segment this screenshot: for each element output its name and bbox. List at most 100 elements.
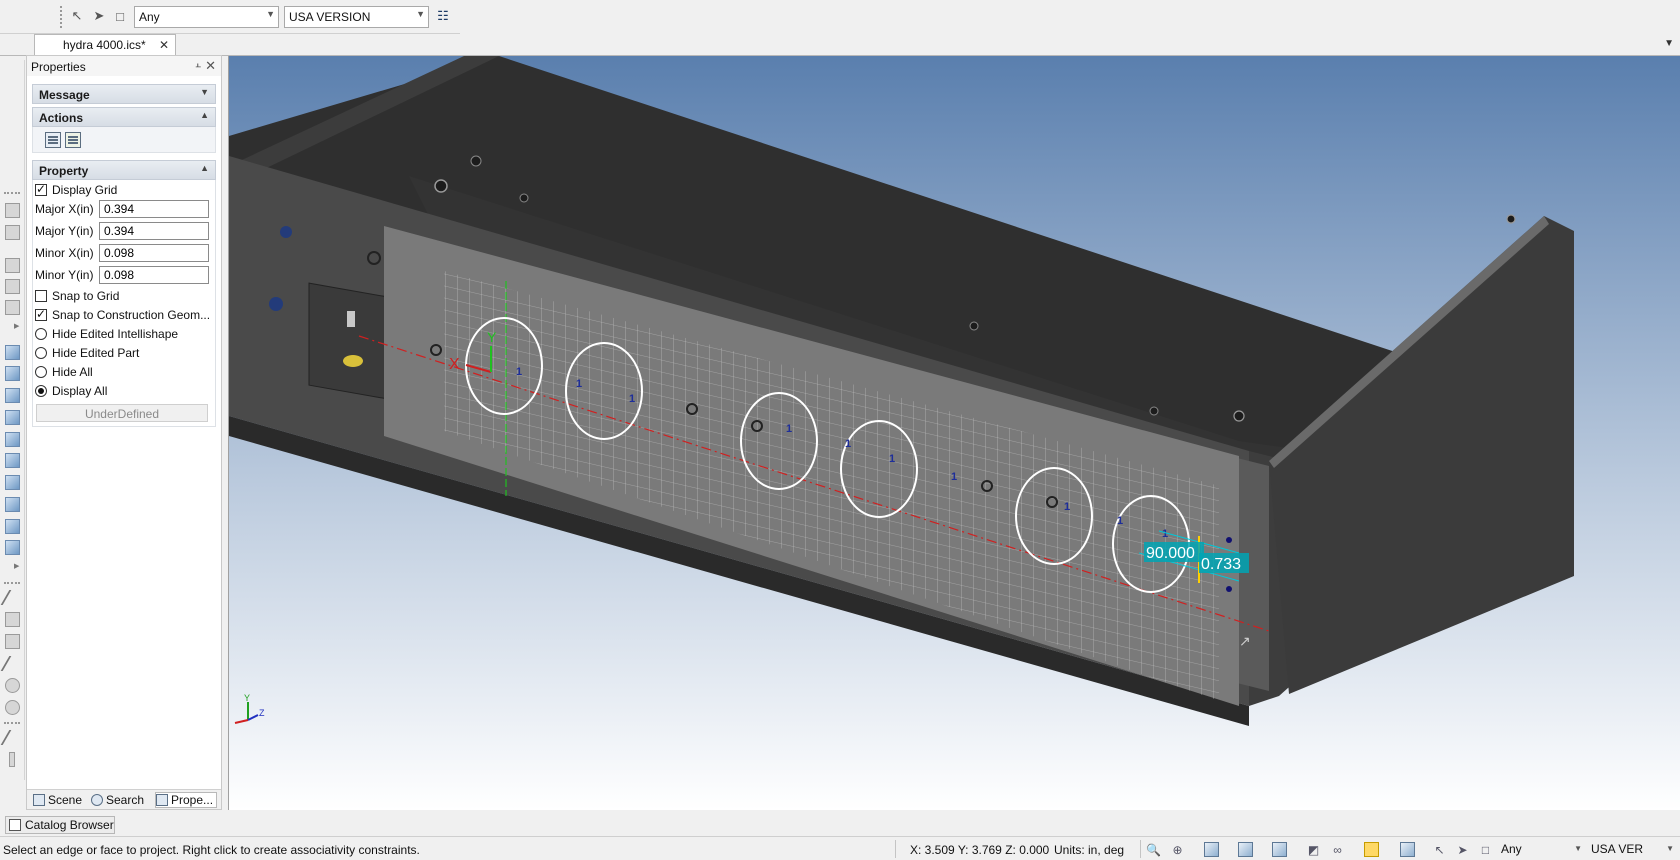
snap-construction-checkbox[interactable] — [35, 307, 47, 321]
zoom-icon[interactable]: 🔍 — [1146, 842, 1161, 857]
frame-view-icon[interactable] — [1364, 842, 1379, 857]
expand-icon[interactable]: ▶ — [14, 562, 19, 570]
tab-document[interactable]: hydra 4000.ics* ✕ — [34, 34, 176, 56]
sheet-metal-icon[interactable] — [5, 540, 20, 555]
tab-search[interactable]: Search — [91, 792, 144, 808]
strip-grip — [4, 192, 20, 194]
close-icon[interactable]: ✕ — [205, 58, 216, 74]
tab-list-chevron-icon[interactable]: ▼ — [1664, 38, 1674, 49]
blue-fastener — [269, 297, 283, 311]
curve-tool-icon[interactable] — [5, 612, 20, 627]
scene-canvas[interactable]: 1 1 1 1 1 1 1 1 1 1 X Y 90.000 0.733 ↗ Y… — [229, 56, 1680, 810]
block-shape-icon[interactable] — [5, 453, 20, 468]
status-version-select[interactable]: USA VER ▼ — [1588, 841, 1676, 858]
section-message-label: Message — [39, 88, 90, 102]
select-pointer-icon[interactable]: ↖ — [1432, 842, 1447, 857]
box-shape-icon[interactable] — [5, 366, 20, 381]
mounting-hole — [1233, 410, 1245, 422]
length-dimension-value[interactable]: 0.733 — [1201, 556, 1241, 573]
radio-hide-all-row: Hide All — [35, 363, 93, 381]
3d-viewport[interactable]: 1 1 1 1 1 1 1 1 1 1 X Y 90.000 0.733 ↗ Y… — [228, 56, 1680, 810]
angle-dimension-value[interactable]: 90.000 — [1146, 545, 1195, 562]
display-grid-checkbox[interactable] — [35, 182, 47, 196]
section-actions[interactable]: Actions ▲ — [32, 107, 216, 127]
angle-tool-icon[interactable] — [0, 656, 25, 671]
select-pointer-icon[interactable]: ↖ — [68, 7, 86, 25]
minor-y-input[interactable] — [99, 266, 209, 284]
toolbar-grip[interactable] — [60, 6, 63, 28]
part-tool-icon[interactable] — [5, 203, 20, 218]
expand-icon[interactable]: ▶ — [14, 322, 19, 330]
select-box-icon[interactable]: □ — [1478, 842, 1493, 857]
minor-x-label: Minor X(in) — [35, 246, 94, 260]
strip-grip — [4, 722, 20, 724]
status-filter-select[interactable]: Any ▼ — [1498, 841, 1584, 858]
properties-panel: Properties ⫠ ✕ Message ▼ Actions ▲ Prope… — [26, 55, 222, 810]
version-select[interactable]: USA VERSION ▼ — [284, 6, 429, 28]
box-shape-icon[interactable] — [5, 345, 20, 360]
radio-hide-intellishape[interactable] — [35, 328, 47, 340]
pin-icon[interactable]: ⫠ — [195, 59, 201, 70]
new-action-icon[interactable] — [65, 132, 81, 148]
curve-tool-icon[interactable] — [5, 634, 20, 649]
circle-tool-icon[interactable] — [5, 678, 20, 693]
edit-action-icon[interactable] — [45, 132, 61, 148]
constraint-marker: 1 — [516, 366, 522, 378]
part-tool-icon[interactable] — [5, 258, 20, 273]
cursor-coordinates: X: 3.509 Y: 3.769 Z: 0.000 — [910, 843, 1050, 857]
cylinder-shape-icon[interactable] — [5, 388, 20, 403]
constraint-marker: 1 — [951, 471, 957, 483]
fillet-tool-icon[interactable] — [0, 730, 25, 745]
catalog-browser-button[interactable]: Catalog Browser — [5, 816, 115, 834]
minor-x-input[interactable] — [99, 244, 209, 262]
pointer-icon[interactable]: ➤ — [1455, 842, 1470, 857]
tab-properties-label: Prope... — [171, 793, 214, 807]
status-bar: Select an edge or face to project. Right… — [0, 836, 1680, 860]
zoom-box-icon[interactable]: ⊕ — [1170, 842, 1185, 857]
section-message[interactable]: Message ▼ — [32, 84, 216, 104]
display-mode-icon[interactable] — [1400, 842, 1415, 857]
part-tool-icon[interactable] — [5, 225, 20, 240]
view-cube-icon[interactable] — [1204, 842, 1219, 857]
version-select-value: USA VERSION — [289, 10, 371, 24]
ruler-tool-icon[interactable] — [9, 752, 15, 767]
glasses-icon[interactable]: ∞ — [1330, 842, 1345, 857]
sheet-metal-icon[interactable] — [5, 475, 20, 490]
radio-hide-part[interactable] — [35, 347, 47, 359]
part-tool-icon[interactable] — [5, 300, 20, 315]
chevron-up-icon: ▲ — [200, 110, 209, 120]
chevron-down-icon: ▼ — [416, 9, 425, 19]
section-view-icon[interactable]: ◩ — [1306, 842, 1321, 857]
section-property[interactable]: Property ▲ — [32, 160, 216, 180]
sheet-metal-icon[interactable] — [5, 519, 20, 534]
radio-display-all-row: Display All — [35, 382, 107, 400]
underdefined-button[interactable]: UnderDefined — [36, 404, 208, 422]
snap-grid-checkbox[interactable] — [35, 290, 47, 302]
major-y-input[interactable] — [99, 222, 209, 240]
resize-handle-icon[interactable]: ↗ — [1239, 633, 1251, 649]
part-tool-icon[interactable] — [5, 279, 20, 294]
filter-select[interactable]: Any ▼ — [134, 6, 279, 28]
radio-hide-all[interactable] — [35, 366, 47, 378]
block-shape-icon[interactable] — [5, 432, 20, 447]
tree-structure-icon[interactable]: ☷ — [434, 7, 452, 25]
wedge-shape-icon[interactable] — [5, 410, 20, 425]
side-cutout — [308, 282, 390, 400]
tab-search-label: Search — [106, 793, 145, 807]
render-mode-icon[interactable] — [1272, 842, 1287, 857]
select-box-icon[interactable]: □ — [111, 7, 129, 25]
arc-tool-icon[interactable] — [5, 700, 20, 715]
mounting-hole — [969, 321, 979, 331]
tab-scene[interactable]: Scene — [33, 792, 82, 808]
close-icon[interactable]: ✕ — [159, 38, 169, 52]
sheet-metal-icon[interactable] — [5, 497, 20, 512]
constraint-marker: 1 — [1064, 501, 1070, 513]
tab-properties[interactable]: Prope... — [155, 792, 218, 808]
filter-select-value: Any — [139, 10, 160, 24]
view-orientation-icon[interactable] — [1238, 842, 1253, 857]
line-tool-icon[interactable] — [0, 590, 25, 605]
constraint-marker: 1 — [629, 393, 635, 405]
radio-display-all[interactable] — [35, 385, 47, 397]
major-x-input[interactable] — [99, 200, 209, 218]
pointer-icon[interactable]: ➤ — [90, 7, 108, 25]
